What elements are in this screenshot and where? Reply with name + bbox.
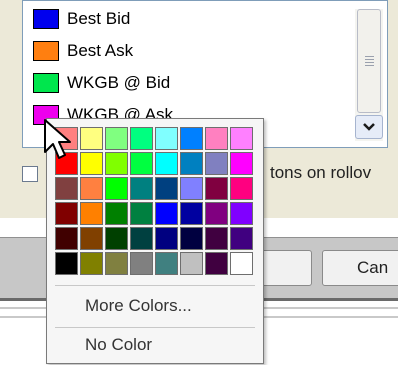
vertical-scrollbar[interactable] [355,9,383,141]
color-cell[interactable] [80,127,103,150]
color-cell[interactable] [180,152,203,175]
color-cell[interactable] [155,152,178,175]
color-cell[interactable] [105,177,128,200]
color-cell[interactable] [180,202,203,225]
list-item-wkgb-bid[interactable]: WKGB @ Bid [33,71,353,95]
color-cell[interactable] [80,177,103,200]
color-cell[interactable] [180,127,203,150]
color-cell[interactable] [105,152,128,175]
color-cell[interactable] [155,177,178,200]
color-cell[interactable] [180,177,203,200]
color-cell[interactable] [80,252,103,275]
color-cell[interactable] [205,202,228,225]
checkbox-label: tons on rollov [270,163,372,182]
color-cell[interactable] [230,177,253,200]
no-color-menu-item[interactable]: No Color [85,335,152,355]
color-cell[interactable] [230,202,253,225]
color-cell[interactable] [55,202,78,225]
color-cell[interactable] [230,127,253,150]
color-cell[interactable] [105,127,128,150]
grip-line [365,56,374,57]
color-cell[interactable] [205,127,228,150]
color-grid [55,127,253,275]
grip-line [365,59,374,60]
color-cell[interactable] [205,227,228,250]
color-cell[interactable] [155,252,178,275]
color-cell[interactable] [55,177,78,200]
color-cell[interactable] [105,252,128,275]
color-cell[interactable] [230,252,253,275]
color-cell[interactable] [130,227,153,250]
color-picker-popup[interactable]: More Colors... No Color [46,118,264,364]
color-cell[interactable] [205,177,228,200]
menu-separator [55,327,255,328]
color-cell[interactable] [80,152,103,175]
list-item-label: Best Bid [67,9,131,28]
color-cell[interactable] [55,252,78,275]
color-cell[interactable] [130,127,153,150]
list-item-label: Best Ask [67,41,134,60]
color-cell[interactable] [80,227,103,250]
color-cell[interactable] [155,202,178,225]
cancel-button[interactable]: Can [322,250,398,286]
color-swatch[interactable] [33,73,59,93]
more-colors-menu-item[interactable]: More Colors... [85,296,192,316]
color-cell[interactable] [155,127,178,150]
color-swatch[interactable] [33,9,59,29]
list-item-best-bid[interactable]: Best Bid [33,7,353,31]
mouse-pointer-icon [44,119,71,159]
color-cell[interactable] [180,252,203,275]
scroll-down-button[interactable] [355,115,383,139]
color-cell[interactable] [180,227,203,250]
list-item-best-ask[interactable]: Best Ask [33,39,353,63]
color-cell[interactable] [230,152,253,175]
chevron-down-icon [363,123,375,131]
color-cell[interactable] [105,202,128,225]
scroll-thumb[interactable] [357,9,381,113]
grip-line [365,65,374,66]
color-swatch[interactable] [33,41,59,61]
color-cell[interactable] [205,252,228,275]
cancel-button-label: Can [357,258,389,277]
menu-separator [55,285,255,286]
color-cell[interactable] [55,227,78,250]
color-cell[interactable] [205,152,228,175]
color-cell[interactable] [130,252,153,275]
list-item-label: WKGB @ Bid [67,73,171,92]
color-cell[interactable] [130,152,153,175]
color-cell[interactable] [130,177,153,200]
grip-line [365,62,374,63]
color-cell[interactable] [155,227,178,250]
color-cell[interactable] [130,202,153,225]
color-cell[interactable] [105,227,128,250]
option-checkbox[interactable] [22,166,38,182]
color-cell[interactable] [230,227,253,250]
color-cell[interactable] [80,202,103,225]
